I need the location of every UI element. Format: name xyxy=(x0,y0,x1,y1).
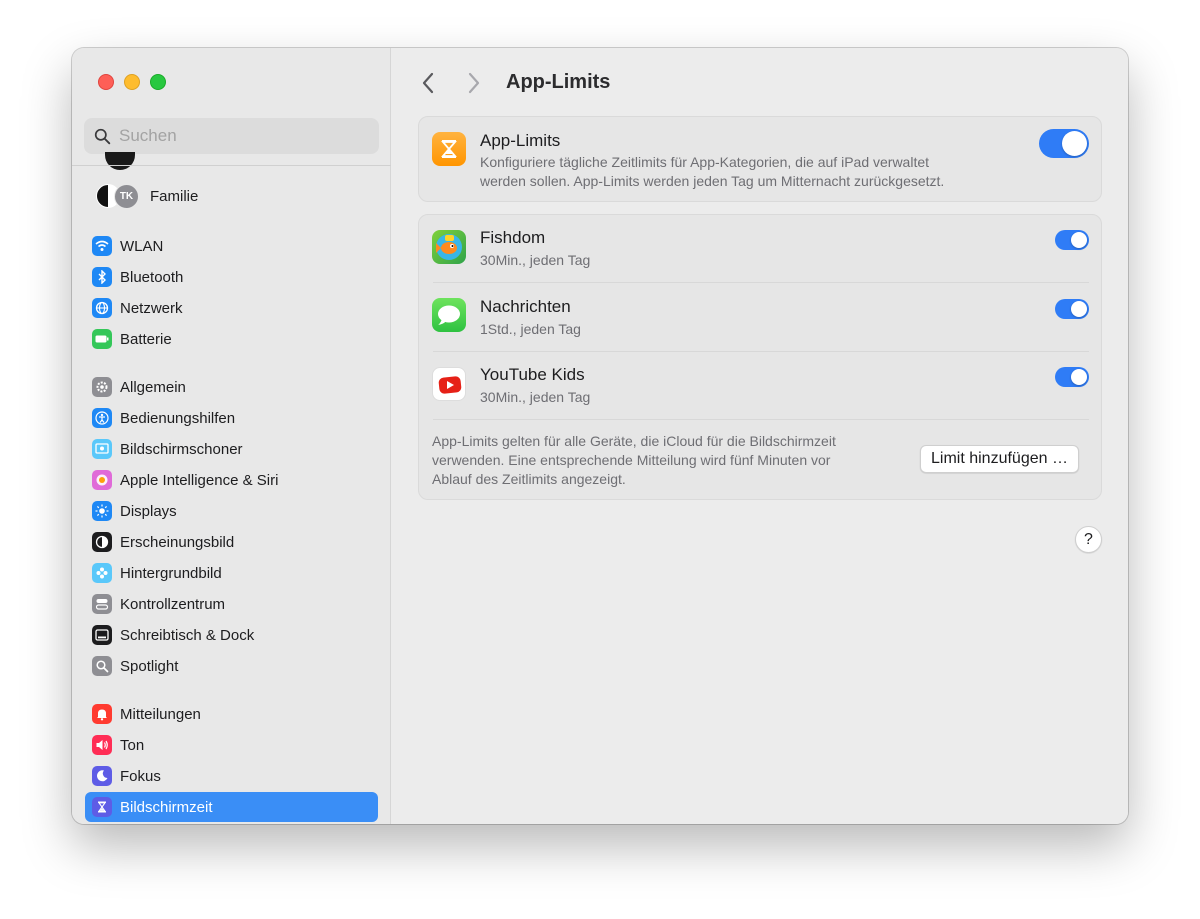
app-name: Nachrichten xyxy=(480,297,571,316)
sidebar-item-label: Batterie xyxy=(120,330,172,348)
sidebar-item-label: Bildschirmschoner xyxy=(120,440,243,458)
accessibility-icon xyxy=(92,408,112,428)
chevron-right-icon xyxy=(468,72,480,94)
minimize-window-button[interactable] xyxy=(124,74,140,90)
youtube-kids-toggle[interactable] xyxy=(1055,367,1089,387)
back-button[interactable] xyxy=(416,70,440,96)
wifi-icon xyxy=(92,236,112,256)
initials-avatar: TK xyxy=(114,184,139,209)
settings-window: TK Familie WLAN Bluetooth Netzwerk Batterie… xyxy=(72,48,1128,824)
app-limits-title: App-Limits xyxy=(480,131,561,150)
window-controls xyxy=(98,74,166,90)
help-button[interactable]: ? xyxy=(1075,526,1102,553)
sidebar-item-label: Netzwerk xyxy=(120,299,183,317)
user-avatar[interactable] xyxy=(105,152,135,170)
bluetooth-icon xyxy=(92,267,112,287)
app-list-card: Fishdom 30Min., jeden Tag Nachrichten 1S… xyxy=(418,214,1102,500)
sidebar-item-netzwerk[interactable]: Netzwerk xyxy=(85,293,378,323)
sidebar-item-kontrollzentrum[interactable]: Kontrollzentrum xyxy=(85,589,378,619)
sidebar-item-label: Displays xyxy=(120,502,177,520)
search-icon xyxy=(94,128,111,144)
sidebar-item-label: Familie xyxy=(150,187,199,205)
globe-icon xyxy=(92,298,112,318)
siri-icon xyxy=(92,470,112,490)
messages-icon xyxy=(432,298,466,332)
sidebar-item-bluetooth[interactable]: Bluetooth xyxy=(85,262,378,292)
sidebar-item-label: Schreibtisch & Dock xyxy=(120,626,255,644)
search-field[interactable] xyxy=(84,118,379,154)
wallpaper-icon xyxy=(92,563,112,583)
sidebar-item-label: Mitteilungen xyxy=(120,705,201,723)
dock-icon xyxy=(92,625,112,645)
youtube-kids-icon xyxy=(432,367,466,401)
sidebar-item-bedienungshilfen[interactable]: Bedienungshilfen xyxy=(85,403,378,433)
sidebar-item-wlan[interactable]: WLAN xyxy=(85,231,378,261)
sidebar-item-bildschirmschoner[interactable]: Bildschirmschoner xyxy=(85,434,378,464)
sidebar-item-label: Allgemein xyxy=(120,378,186,396)
app-limit: 1Std., jeden Tag xyxy=(480,321,581,337)
sidebar-item-label: WLAN xyxy=(120,237,164,255)
main-content: App-Limits App-Limits Konfiguriere tägli… xyxy=(392,48,1128,824)
bell-icon xyxy=(92,704,112,724)
app-limits-toggle[interactable] xyxy=(1039,129,1089,158)
sidebar-item-label: Bildschirmzeit xyxy=(120,798,213,816)
speaker-icon xyxy=(92,735,112,755)
screensaver-icon xyxy=(92,439,112,459)
sidebar-item-bildschirmzeit[interactable]: Bildschirmzeit xyxy=(85,792,378,822)
battery-icon xyxy=(92,329,112,349)
hourglass-icon xyxy=(92,797,112,817)
sidebar-item-label: Ton xyxy=(120,736,145,754)
chevron-left-icon xyxy=(422,72,434,94)
app-limit: 30Min., jeden Tag xyxy=(480,389,591,405)
sidebar: TK Familie WLAN Bluetooth Netzwerk Batterie… xyxy=(72,48,391,824)
sidebar-item-label: Apple Intelligence & Siri xyxy=(120,471,279,489)
sidebar-item-ton[interactable]: Ton xyxy=(85,730,378,760)
magnifier-icon xyxy=(92,656,112,676)
sidebar-item-hintergrundbild[interactable]: Hintergrundbild xyxy=(85,558,378,588)
row-divider xyxy=(433,419,1089,420)
sun-icon xyxy=(92,501,112,521)
nachrichten-toggle[interactable] xyxy=(1055,299,1089,319)
sidebar-item-family[interactable]: TK Familie xyxy=(94,181,198,211)
zoom-window-button[interactable] xyxy=(150,74,166,90)
sidebar-item-displays[interactable]: Displays xyxy=(85,496,378,526)
sidebar-item-allgemein[interactable]: Allgemein xyxy=(85,372,378,402)
row-divider xyxy=(433,351,1089,352)
sidebar-item-apple-intelligence-siri[interactable]: Apple Intelligence & Siri xyxy=(85,465,378,495)
app-limits-description: Konfiguriere tägliche Zeitlimits für App… xyxy=(480,154,945,189)
sidebar-item-label: Fokus xyxy=(120,767,161,785)
fishdom-icon xyxy=(432,230,466,264)
sidebar-item-label: Erscheinungsbild xyxy=(120,533,235,551)
close-window-button[interactable] xyxy=(98,74,114,90)
moon-icon xyxy=(92,766,112,786)
forward-button[interactable] xyxy=(462,70,486,96)
search-input[interactable] xyxy=(119,126,359,146)
sidebar-item-label: Bluetooth xyxy=(120,268,184,286)
row-divider xyxy=(433,282,1089,283)
sidebar-item-batterie[interactable]: Batterie xyxy=(85,324,378,354)
gear-icon xyxy=(92,377,112,397)
control-center-icon xyxy=(92,594,112,614)
family-avatars: TK xyxy=(94,182,142,210)
sidebar-item-mitteilungen[interactable]: Mitteilungen xyxy=(85,699,378,729)
sidebar-item-label: Spotlight xyxy=(120,657,179,675)
add-limit-button[interactable]: Limit hinzufügen … xyxy=(920,445,1079,473)
sidebar-item-label: Kontrollzentrum xyxy=(120,595,226,613)
page-title: App-Limits xyxy=(506,71,611,93)
app-limit: 30Min., jeden Tag xyxy=(480,252,591,268)
sidebar-item-label: Hintergrundbild xyxy=(120,564,222,582)
sidebar-item-fokus[interactable]: Fokus xyxy=(85,761,378,791)
app-name: YouTube Kids xyxy=(480,365,585,384)
sidebar-item-label: Bedienungshilfen xyxy=(120,409,236,427)
appearance-icon xyxy=(92,532,112,552)
sidebar-item-schreibtisch-dock[interactable]: Schreibtisch & Dock xyxy=(85,620,378,650)
fishdom-toggle[interactable] xyxy=(1055,230,1089,250)
app-limits-card: App-Limits Konfiguriere tägliche Zeitlim… xyxy=(418,116,1102,202)
app-limits-footnote: App-Limits gelten für alle Geräte, die i… xyxy=(432,433,836,487)
app-name: Fishdom xyxy=(480,228,546,247)
sidebar-divider xyxy=(72,165,391,166)
sidebar-item-spotlight[interactable]: Spotlight xyxy=(85,651,378,681)
sidebar-item-erscheinungsbild[interactable]: Erscheinungsbild xyxy=(85,527,378,557)
hourglass-icon xyxy=(432,132,466,166)
